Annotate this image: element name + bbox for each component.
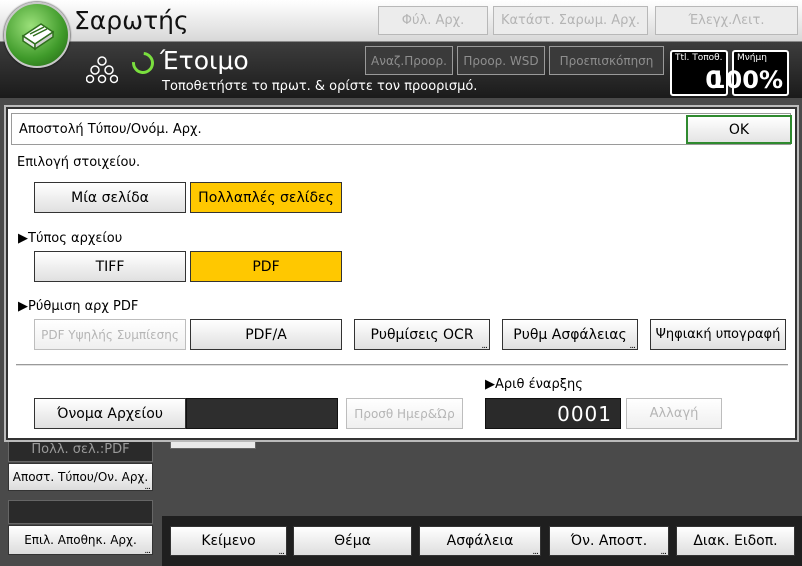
file-name-button[interactable]: Όνομα Αρχείου [34,398,186,429]
send-type-filename-button[interactable]: Αποστ. Τύπου/Ον. Αρχ. [8,463,153,492]
start-number-field: 0001 [485,398,621,429]
memory-label: Μνήμη [737,53,767,63]
scanner-screen: Σαρωτής Φύλ. Αρχ. Κατάστ. Σαρωμ. Αρχ. Έλ… [0,0,802,566]
stored-files-button: Φύλ. Αρχ. [378,6,488,35]
send-type-dialog: Αποστολή Τύπου/Ονόμ. Αρχ. OK Επιλογή στο… [6,107,797,440]
digital-signature-button[interactable]: Ψηφιακή υπογραφή [650,319,786,350]
start-number-label: ▶Αριθ έναρξης [485,377,583,392]
file-name-field[interactable] [186,398,338,429]
pdf-settings-label: ▶Ρύθμιση αρχ PDF [18,299,139,314]
search-destination-button: Αναζ.Προορ. [365,46,453,75]
notification-tab-button[interactable]: Διακ. Ειδοπ. [676,526,795,556]
multi-page-button[interactable]: Πολλαπλές σελίδες [190,182,342,213]
wsd-destination-button: Προορ. WSD [457,46,545,75]
status-bar: Έτοιμο Τοποθετήστε το πρωτ. & ορίστε τον… [0,42,802,98]
single-page-button[interactable]: Μία σελίδα [34,182,186,213]
left-panel: Πολλ. σελ.:PDF Αποστ. Τύπου/Ον. Αρχ. Επι… [8,436,154,560]
ready-status: Έτοιμο [160,46,249,75]
instruction-text: Τοποθετήστε το πρωτ. & ορίστε τον προορι… [162,79,478,94]
preview-button: Προεπισκόπηση [549,46,664,75]
select-store-file-button[interactable]: Επιλ. Αποθηκ. Αρχ. [8,525,153,556]
security-settings-button[interactable]: Ρυθμ Ασφάλειας [502,319,638,351]
scanned-files-status-button: Κατάστ. Σαρωμ. Αρχ. [493,6,648,35]
pdfa-button[interactable]: PDF/A [190,319,342,350]
text-tab-button[interactable]: Κείμενο [170,526,287,557]
ocr-settings-button[interactable]: Ρυθμίσεις OCR [354,319,490,351]
check-modes-button: Έλεγχ.Λειτ. [655,6,798,35]
scanner-logo-icon [4,2,70,68]
tiff-button[interactable]: TIFF [34,251,186,282]
add-date-time-button: Προσθ Ημερ&Ώρ [346,398,463,429]
store-summary [8,500,153,524]
select-item-label: Επιλογή στοιχείου. [17,155,141,170]
file-type-label: ▶Τύπος αρχείου [18,231,123,246]
dialog-header: Αποστολή Τύπου/Ονόμ. Αρχ. OK [11,113,792,145]
pdf-button[interactable]: PDF [190,251,342,282]
section-divider [16,364,788,366]
sender-name-tab-button[interactable]: Όν. Αποστ. [549,526,669,557]
high-compression-pdf-button: PDF Υψηλής Συμπίεσης [34,319,186,350]
change-button: Αλλαγή [626,398,722,429]
dialog-title: Αποστολή Τύπου/Ονόμ. Αρχ. [19,122,202,137]
molecule-icon [86,56,118,84]
ok-button[interactable]: OK [686,115,792,144]
top-bar: Σαρωτής Φύλ. Αρχ. Κατάστ. Σαρωμ. Αρχ. Έλ… [0,0,802,42]
ready-ring-icon [127,47,159,79]
total-destinations-label: Ttl. Τοποθ. [675,53,723,63]
app-title: Σαρωτής [74,6,189,35]
memory-value: 100% [708,66,783,94]
memory-counter: Μνήμη 100% [709,50,789,96]
security-tab-button[interactable]: Ασφάλεια [419,526,541,557]
subject-tab-button[interactable]: Θέμα [293,526,412,556]
